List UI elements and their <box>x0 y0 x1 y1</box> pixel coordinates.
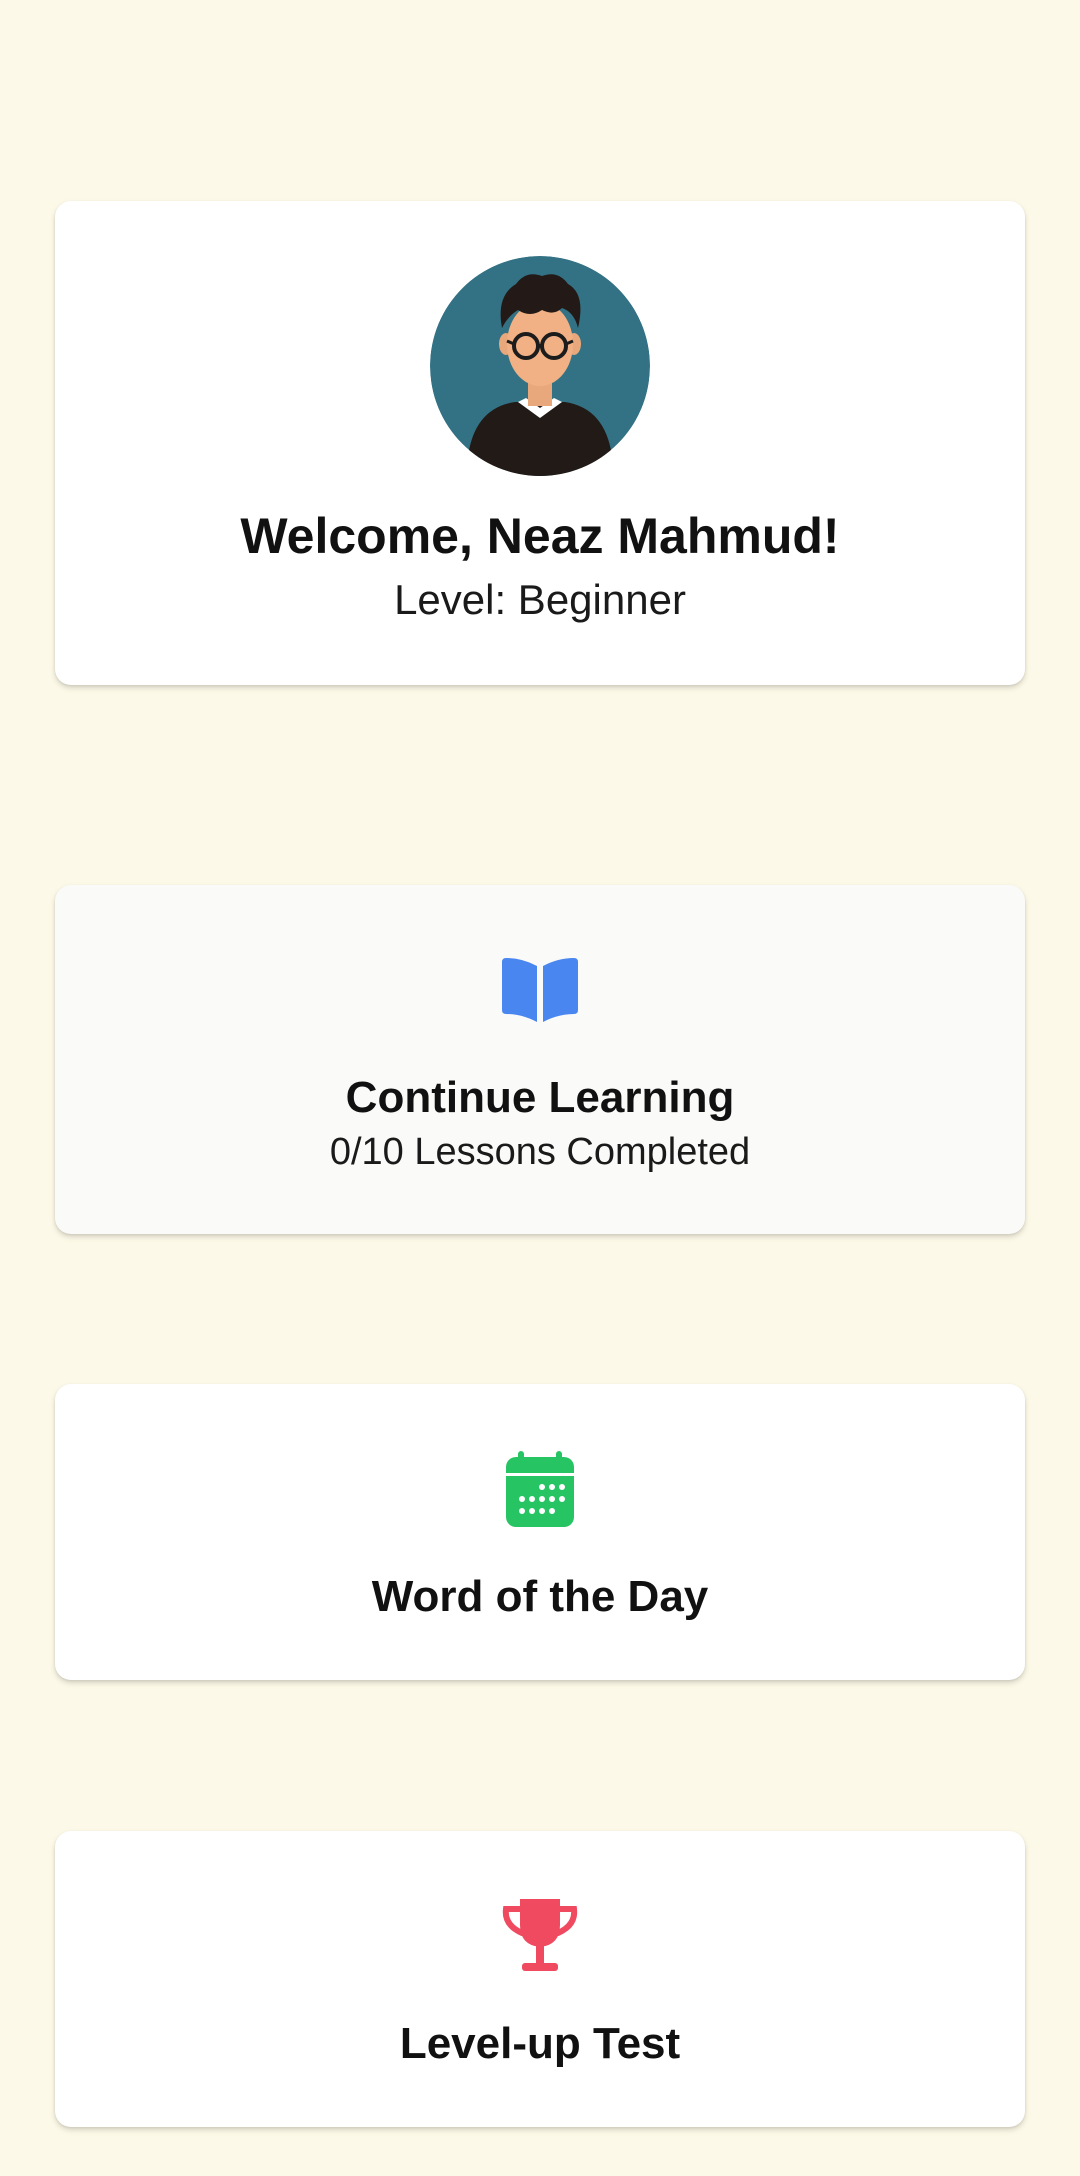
trophy-icon <box>500 1895 580 1975</box>
word-of-the-day-title: Word of the Day <box>371 1572 709 1621</box>
calendar-icon <box>500 1449 580 1529</box>
level-up-test-title: Level-up Test <box>399 2019 681 2068</box>
profile-card: Welcome, Neaz Mahmud! Level: Beginner <box>55 201 1025 685</box>
continue-learning-title: Continue Learning <box>345 1073 735 1122</box>
welcome-heading: Welcome, Neaz Mahmud! <box>240 508 840 564</box>
continue-learning-card[interactable]: Continue Learning 0/10 Lessons Completed <box>55 885 1025 1234</box>
open-book-icon <box>500 950 580 1030</box>
lessons-progress-text: 0/10 Lessons Completed <box>329 1131 751 1173</box>
level-up-test-card[interactable]: Level-up Test <box>55 1831 1025 2127</box>
level-label: Level: Beginner <box>394 576 686 623</box>
word-of-the-day-card[interactable]: Word of the Day <box>55 1384 1025 1680</box>
user-avatar-icon <box>430 256 650 476</box>
